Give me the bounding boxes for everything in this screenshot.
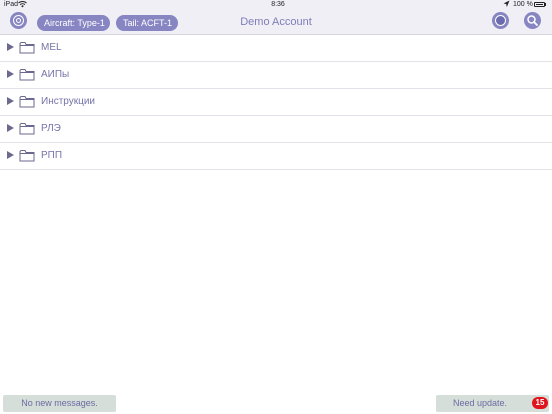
expand-arrow-icon[interactable]: [7, 151, 14, 159]
status-bar: iPad 8:36 100 %: [0, 0, 552, 10]
folder-row-instructions[interactable]: Инструкции: [0, 89, 552, 116]
sync-icon: [495, 15, 506, 26]
folder-icon: [19, 96, 35, 108]
expand-arrow-icon[interactable]: [7, 43, 14, 51]
expand-arrow-icon[interactable]: [7, 124, 14, 132]
app-screen: iPad 8:36 100 % Aircraft: Type-1 Tail: A…: [0, 0, 552, 414]
folder-label: РЛЭ: [41, 123, 61, 134]
page-title: Demo Account: [240, 16, 312, 28]
battery-percent: 100 %: [513, 1, 533, 8]
expand-arrow-icon[interactable]: [7, 70, 14, 78]
aircraft-selector-button[interactable]: Aircraft: Type-1: [37, 15, 110, 31]
folder-icon: [19, 123, 35, 135]
target-menu-icon[interactable]: [10, 12, 27, 29]
wifi-icon: [18, 0, 27, 10]
location-arrow-icon: [503, 0, 510, 10]
search-icon: [527, 15, 538, 26]
folder-icon: [19, 69, 35, 81]
device-name: iPad: [4, 1, 19, 8]
folder-row-rle[interactable]: РЛЭ: [0, 116, 552, 143]
folder-row-rpp[interactable]: РПП: [0, 143, 552, 170]
update-count-badge: 15: [532, 397, 548, 409]
folder-label: РПП: [41, 150, 63, 161]
search-button[interactable]: [524, 12, 541, 29]
navigation-bar: Aircraft: Type-1 Tail: ACFT-1 Demo Accou…: [0, 10, 552, 35]
folder-label: MEL: [41, 42, 62, 53]
folder-icon: [19, 150, 35, 162]
folder-row-aip[interactable]: АИПы: [0, 62, 552, 89]
sync-button[interactable]: [492, 12, 509, 29]
folder-list: MEL АИПы Инструкции РЛЭ РПП: [0, 35, 552, 170]
update-label: Need update.: [452, 398, 508, 408]
folder-row-mel[interactable]: MEL: [0, 35, 552, 62]
tail-selector-button[interactable]: Tail: ACFT-1: [116, 15, 178, 31]
messages-button[interactable]: No new messages.: [3, 395, 116, 412]
expand-arrow-icon[interactable]: [7, 97, 14, 105]
status-time: 8:36: [271, 1, 285, 8]
folder-icon: [19, 42, 35, 54]
battery-tip: [545, 3, 546, 6]
target-dot: [16, 18, 21, 23]
folder-label: Инструкции: [41, 96, 96, 107]
battery-icon: [534, 2, 545, 7]
folder-label: АИПы: [41, 69, 70, 80]
